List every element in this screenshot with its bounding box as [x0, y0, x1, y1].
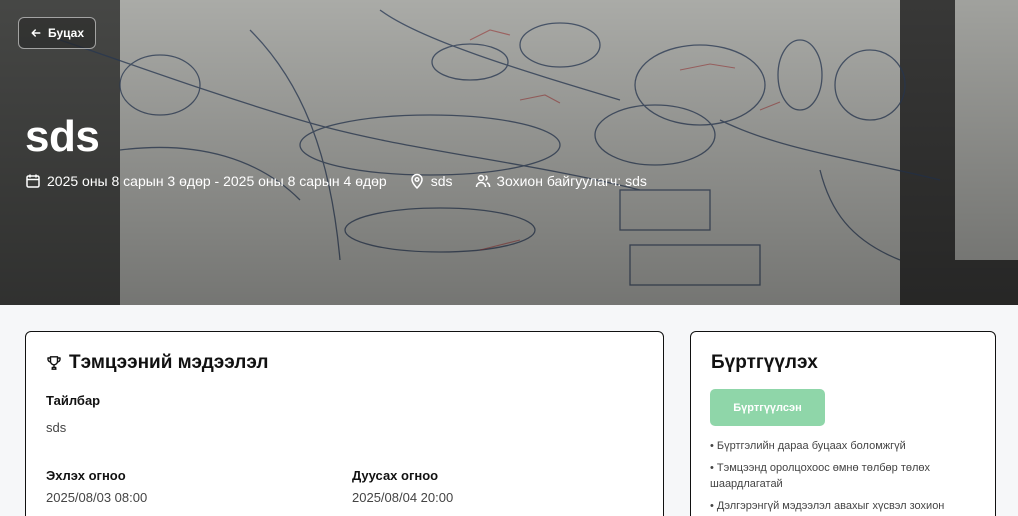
registration-notes: • Бүртгэлийн дараа буцаах боломжгүй • Тэ…: [710, 438, 980, 516]
event-dates: 2025 оны 8 сарын 3 өдөр - 2025 оны 8 сар…: [25, 173, 387, 189]
calendar-icon: [26, 174, 40, 188]
registration-note: • Дэлгэрэнгүй мэдээлэл авахыг хүсвэл зох…: [710, 500, 945, 512]
users-icon: [475, 174, 490, 188]
hero-overlay: [0, 0, 1018, 305]
event-dates-text: 2025 оны 8 сарын 3 өдөр - 2025 оны 8 сар…: [47, 173, 387, 189]
trophy-icon: [47, 356, 61, 370]
event-organizer: Зохион байгуулагч: sds: [475, 173, 647, 189]
map-pin-icon: [410, 173, 423, 189]
arrow-left-icon: [31, 29, 41, 37]
event-info-title: Тэмцээний мэдээлэл: [69, 352, 269, 373]
registration-note: • Тэмцээнд оролцохоос өмнө төлбөр төлөх …: [710, 462, 931, 490]
back-button[interactable]: Буцах: [18, 17, 96, 49]
event-info-heading: Тэмцээний мэдээлэл: [46, 352, 268, 374]
registration-title: Бүртгүүлэх: [711, 352, 818, 373]
back-button-label: Буцах: [47, 26, 84, 40]
event-location-text: sds: [430, 173, 453, 189]
event-meta: 2025 оны 8 сарын 3 өдөр - 2025 оны 8 сар…: [25, 173, 669, 189]
registration-note: • Бүртгэлийн дараа буцаах боломжгүй: [710, 440, 906, 452]
event-organizer-text: Зохион байгуулагч: sds: [496, 173, 647, 189]
description-value: sds: [46, 420, 67, 435]
start-date-value: 2025/08/03 08:00: [46, 490, 148, 505]
end-date-label: Дуусах огноо: [352, 468, 439, 483]
event-location: sds: [409, 173, 453, 189]
description-label: Тайлбар: [46, 393, 101, 408]
event-info-card: Тэмцээний мэдээлэл Тайлбар sds Эхлэх огн…: [25, 331, 664, 516]
event-title: sds: [25, 112, 100, 161]
registered-button[interactable]: Бүртгүүлсэн: [710, 389, 825, 426]
start-date-label: Эхлэх огноо: [46, 468, 126, 483]
registration-card: Бүртгүүлэх Бүртгүүлсэн • Бүртгэлийн дара…: [690, 331, 996, 516]
hero-banner: Буцах sds 2025 оны 8 сарын 3 өдөр - 2025…: [0, 0, 1018, 305]
end-date-value: 2025/08/04 20:00: [352, 490, 454, 505]
